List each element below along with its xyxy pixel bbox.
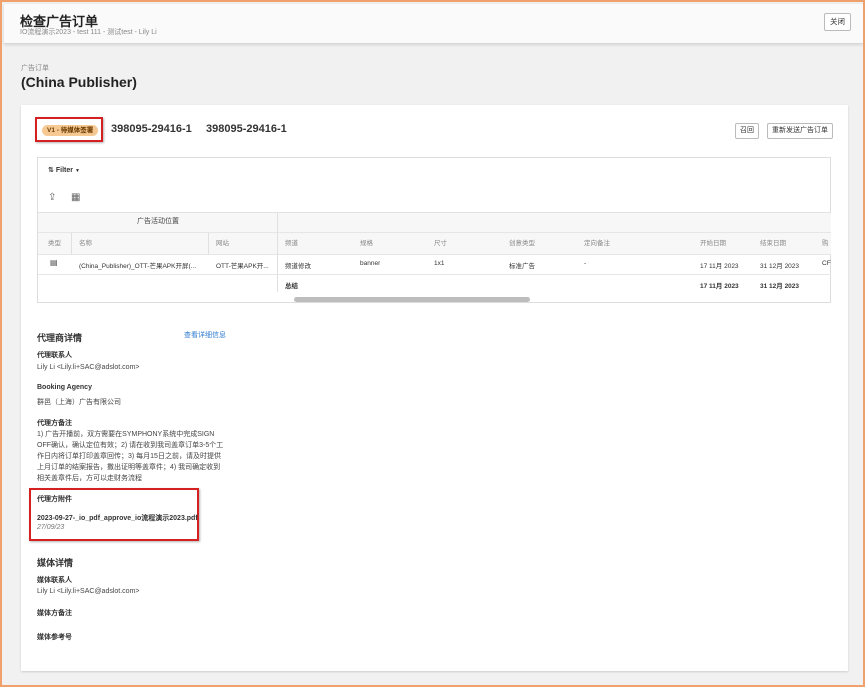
placements-grid: ⇅ Filter ▼ ⇪ ▦ 广告活动位置 类型 名称 网站 频道 规格 尺寸 创… (37, 157, 831, 303)
booking-agency-value: 群邑（上海）广告有限公司 (37, 399, 121, 406)
attachment-date: 27/09/23 (37, 524, 65, 531)
total-end-date: 31 12月 2023 (760, 283, 800, 290)
status-highlight: V1 - 待媒体签署 (35, 117, 103, 142)
attachment-link[interactable]: 2023-09-27-_io_pdf_approve_io流程演示2023.pd… (37, 513, 198, 523)
agency-contact-value: Lily Li <Lily.li+SAC@adslot.com> (37, 364, 140, 371)
filter-label: Filter (55, 167, 73, 174)
breadcrumb: 广告订单 (21, 65, 49, 72)
chevron-down-icon: ▼ (74, 168, 80, 174)
group-header-label: 广告活动位置 (137, 218, 179, 225)
col-header-end-date[interactable]: 结束日期 (760, 237, 786, 247)
cell-channel: 频道修改 (285, 263, 311, 270)
cell-site: OTT-芒果APK开... (216, 263, 269, 270)
display-icon: ▤ (50, 258, 58, 267)
close-button[interactable]: 关闭 (824, 13, 851, 31)
media-contact-label: 媒体联系人 (37, 577, 72, 584)
media-section-title: 媒体详情 (37, 558, 74, 568)
cell-name: (China_Publisher)_OTT-芒果APK开屏(... (79, 263, 197, 270)
top-header: 检查广告订单 IO流程演示2023 - test 111 - 测试test - … (4, 4, 863, 44)
media-ref-label: 媒体参考号 (37, 634, 72, 641)
media-notes-label: 媒体方备注 (37, 610, 72, 617)
agency-attachments-label: 代理方附件 (37, 496, 72, 503)
media-contact-value: Lily Li <Lily.li+SAC@adslot.com> (37, 588, 140, 595)
cell-spec: banner (360, 260, 381, 267)
total-start-date: 17 11月 2023 (700, 283, 739, 290)
col-header-type[interactable]: 类型 (48, 237, 61, 247)
booking-agency-label: Booking Agency (37, 384, 92, 391)
filter-icon: ⇅ (48, 167, 54, 174)
col-header-targeting-note[interactable]: 定向备注 (584, 237, 610, 247)
recall-button[interactable]: 召回 (735, 123, 759, 139)
col-header-channel[interactable]: 频道 (285, 237, 298, 247)
view-details-link[interactable]: 查看详细信息 (184, 330, 226, 340)
resend-order-button[interactable]: 重新发送广告订单 (767, 123, 833, 139)
cell-size: 1x1 (434, 260, 445, 267)
col-header-overflow[interactable]: 购 (822, 237, 829, 247)
col-header-spec[interactable]: 规格 (360, 237, 373, 247)
header-subtitle: IO流程演示2023 - test 111 - 测试test - Lily Li (20, 29, 157, 36)
col-header-name[interactable]: 名称 (79, 237, 92, 247)
col-header-size[interactable]: 尺寸 (434, 237, 447, 247)
agency-section-title: 代理商详情 (37, 333, 83, 343)
agency-contact-label: 代理联系人 (37, 352, 72, 359)
header-divider (38, 232, 831, 233)
cell-overflow: CF (822, 260, 831, 267)
cell-end-date: 31 12月 2023 (760, 263, 800, 270)
order-number-secondary: 398095-29416-1 (206, 123, 287, 135)
cell-creative-type: 标准广告 (509, 263, 535, 270)
columns-icon[interactable]: ▦ (71, 192, 80, 203)
col-divider (71, 233, 72, 254)
col-header-start-date[interactable]: 开始日期 (700, 237, 726, 247)
horizontal-scrollbar[interactable] (294, 297, 530, 302)
col-divider (208, 233, 209, 254)
agency-notes-label: 代理方备注 (37, 420, 72, 427)
row-divider (38, 274, 831, 275)
page-title: (China Publisher) (21, 74, 137, 90)
row-divider (38, 254, 831, 255)
cell-start-date: 17 11月 2023 (700, 263, 739, 270)
status-badge: V1 - 待媒体签署 (42, 125, 99, 136)
pinned-divider (277, 212, 278, 292)
window-frame: 检查广告订单 IO流程演示2023 - test 111 - 测试test - … (0, 0, 865, 687)
total-label: 总结 (285, 283, 298, 290)
col-header-creative-type[interactable]: 创意类型 (509, 237, 535, 247)
export-icon[interactable]: ⇪ (48, 192, 56, 203)
filter-button[interactable]: ⇅ Filter ▼ (48, 166, 80, 174)
order-card: V1 - 待媒体签署 398095-29416-1 398095-29416-1… (21, 105, 848, 671)
agency-notes-value: 1) 广告开播前，双方需要在SYMPHONY系统中完成SIGN OFF确认，确认… (37, 431, 224, 482)
order-number: 398095-29416-1 (111, 123, 192, 135)
cell-targeting-note: - (584, 260, 587, 267)
col-header-site[interactable]: 网站 (216, 237, 229, 247)
